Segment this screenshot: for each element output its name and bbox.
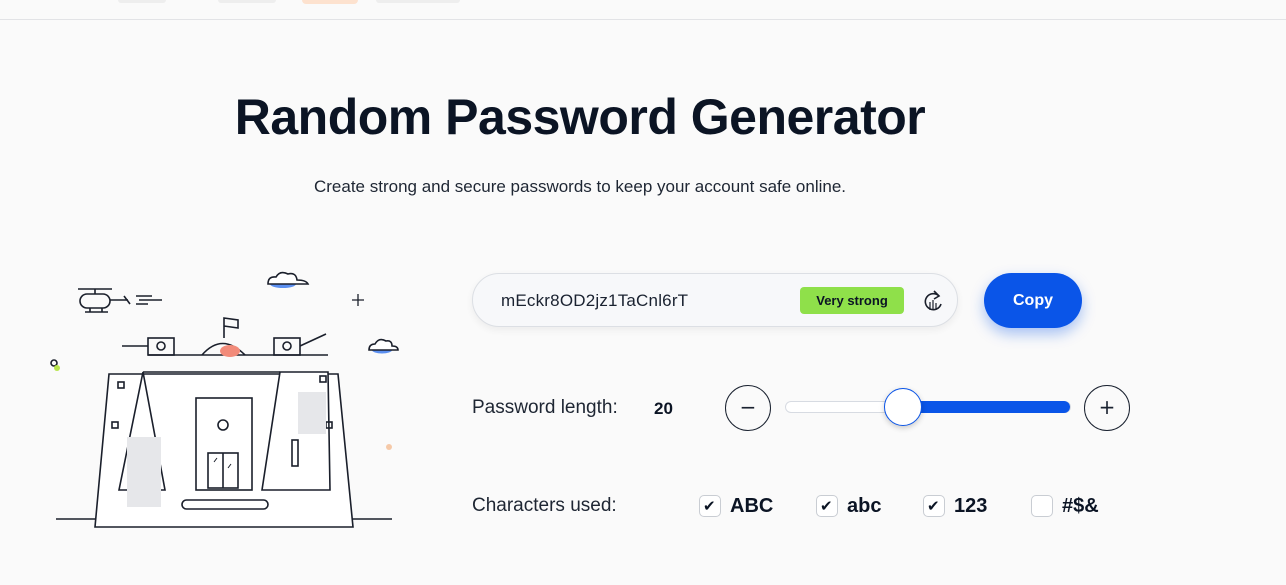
length-slider[interactable]: [785, 388, 1071, 426]
option-numbers[interactable]: ✔ 123: [923, 493, 987, 519]
sparkle-icon: [352, 294, 364, 306]
decrease-length-button[interactable]: −: [725, 385, 771, 431]
checkbox[interactable]: ✔: [699, 495, 721, 517]
increase-length-button[interactable]: +: [1084, 385, 1130, 431]
checkbox[interactable]: ✔: [816, 495, 838, 517]
checkmark-icon: ✔: [927, 497, 940, 515]
generated-password[interactable]: mEckr8OD2jz1TaCnl6rT: [501, 291, 688, 311]
option-label: #$&: [1062, 494, 1099, 517]
checkmark-icon: ✔: [703, 497, 716, 515]
nav-item-stub[interactable]: [118, 0, 166, 3]
page-subtitle: Create strong and secure passwords to ke…: [313, 177, 847, 196]
right-turret: [273, 337, 301, 356]
dot-decoration: [50, 359, 58, 367]
cloud-icon: [368, 338, 399, 354]
option-label: 123: [954, 494, 988, 517]
checkbox[interactable]: ✔: [923, 495, 945, 517]
refresh-icon[interactable]: [921, 288, 945, 314]
strength-badge: Very strong: [800, 287, 904, 314]
cloud-icon: [267, 271, 310, 288]
left-turret: [147, 337, 175, 356]
slider-thumb[interactable]: [884, 388, 922, 426]
castle-gate: [195, 397, 253, 491]
checkbox[interactable]: [1031, 495, 1053, 517]
option-label: ABC: [730, 494, 774, 517]
option-uppercase[interactable]: ✔ ABC: [699, 493, 773, 519]
minus-icon: −: [739, 395, 757, 419]
nav-item-active[interactable]: [302, 0, 358, 4]
slider-fill: [903, 401, 1070, 413]
option-label: abc: [847, 494, 882, 517]
password-field[interactable]: mEckr8OD2jz1TaCnl6rT Very strong: [472, 273, 958, 327]
plus-icon: +: [1098, 395, 1116, 419]
option-lowercase[interactable]: ✔ abc: [816, 493, 881, 519]
copy-button[interactable]: Copy: [984, 273, 1082, 328]
checkmark-icon: ✔: [820, 497, 833, 515]
password-length-label: Password length:: [472, 397, 618, 418]
nav-item-stub[interactable]: [376, 0, 460, 3]
helicopter-icon: [78, 288, 162, 313]
option-symbols[interactable]: #$&: [1031, 493, 1099, 519]
top-navigation-bar: [0, 0, 1286, 20]
nav-item-stub[interactable]: [218, 0, 276, 3]
castle-illustration: [50, 271, 399, 528]
page-title: Random Password Generator: [234, 89, 926, 145]
characters-used-label: Characters used:: [472, 495, 617, 516]
password-length-value: 20: [654, 399, 673, 418]
